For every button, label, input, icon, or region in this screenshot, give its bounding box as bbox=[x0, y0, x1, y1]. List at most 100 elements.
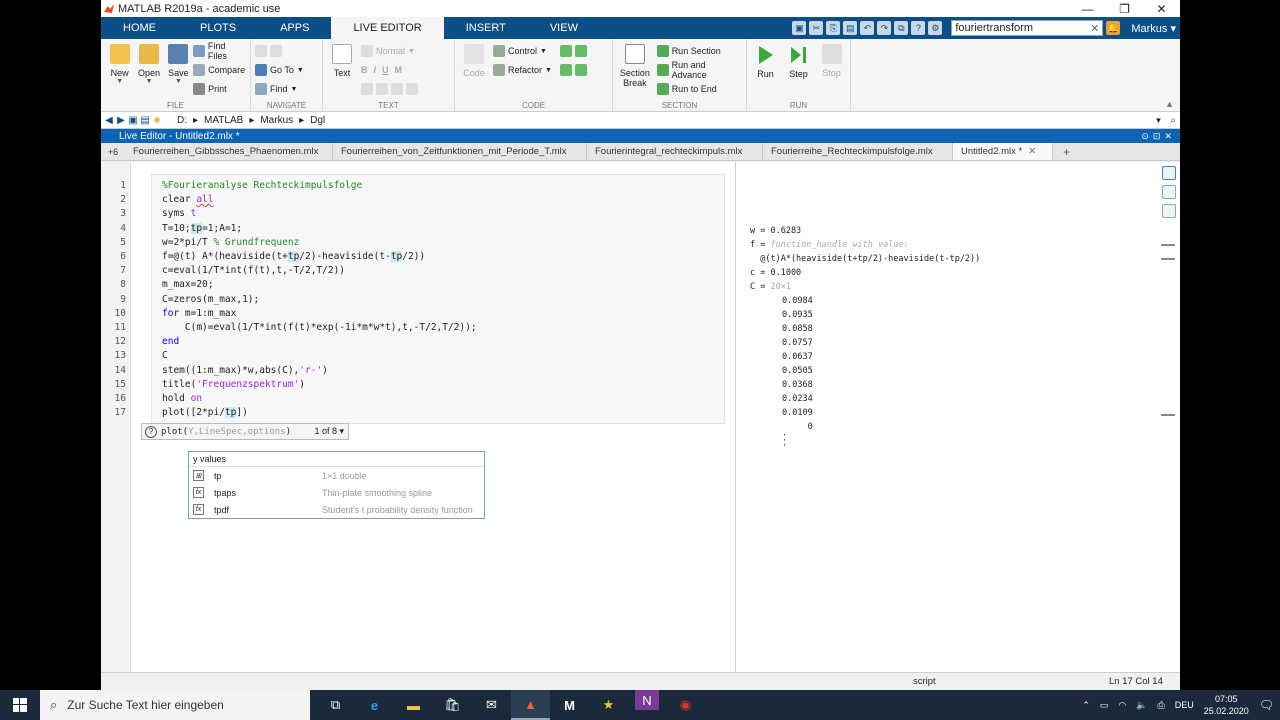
help-icon[interactable]: ? bbox=[911, 21, 926, 35]
panel-controls[interactable]: ⊙⊡✕ bbox=[1141, 131, 1180, 142]
taskbar-search-input[interactable]: ⌕ Zur Suche Text hier eingeben bbox=[40, 690, 310, 720]
browse-folder-icon[interactable]: ▤ bbox=[139, 115, 151, 126]
copy-icon[interactable]: ⎘ bbox=[826, 21, 841, 35]
current-folder-path[interactable]: D: ▸ MATLAB ▸ Markus ▸ Dgl bbox=[177, 115, 325, 126]
language-indicator[interactable]: DEU bbox=[1175, 700, 1194, 710]
edge-browser-icon[interactable]: e bbox=[355, 690, 394, 720]
tab-live-editor[interactable]: LIVE EDITOR bbox=[331, 17, 444, 39]
indent-icons[interactable] bbox=[559, 62, 587, 78]
underline-button[interactable]: U bbox=[382, 65, 389, 75]
refactor-button[interactable]: Refactor ▼ bbox=[493, 62, 552, 78]
address-dropdown-icon[interactable]: ▼ bbox=[1154, 116, 1170, 125]
switch-windows-icon[interactable]: ⧉ bbox=[894, 21, 909, 35]
find-button[interactable]: Find ▼ bbox=[255, 81, 304, 97]
back-icon[interactable]: ◀ bbox=[103, 115, 115, 126]
autocomplete-item[interactable]: fx tpdf Student's t probability density … bbox=[189, 501, 484, 518]
code-line[interactable]: plot([2*pi/tp]) bbox=[162, 406, 248, 420]
address-search-icon[interactable]: ⌕ bbox=[1170, 115, 1180, 126]
task-view-icon[interactable]: ⧉ bbox=[316, 690, 355, 720]
code-block[interactable]: %Fourieranalyse Rechteckimpulsfolge clear… bbox=[151, 174, 725, 424]
network-icon[interactable]: ⎙ bbox=[1158, 700, 1165, 711]
output-divider[interactable] bbox=[735, 162, 736, 672]
goto-button[interactable]: Go To ▼ bbox=[255, 62, 304, 78]
doc-tab[interactable]: Fourierreihen_von_Zeitfunktionen_mit_Per… bbox=[333, 143, 587, 160]
code-line[interactable]: C=zeros(m_max,1); bbox=[162, 293, 259, 307]
code-line[interactable]: stem((1:m_max)*w,abs(C),'r-') bbox=[162, 364, 328, 378]
hide-code-icon[interactable] bbox=[1162, 204, 1176, 218]
path-segment[interactable]: Dgl bbox=[310, 115, 325, 126]
output-inline-icon[interactable] bbox=[1162, 166, 1176, 180]
signature-selector[interactable]: 1 of 8 ▾ bbox=[314, 426, 344, 437]
compare-button[interactable]: Compare bbox=[193, 62, 246, 78]
function-hint[interactable]: ? plot(Y,LineSpec,options) 1 of 8 ▾ bbox=[141, 423, 349, 440]
undo-icon[interactable]: ↶ bbox=[860, 21, 875, 35]
close-tab-icon[interactable]: ✕ bbox=[1028, 146, 1036, 157]
doc-tab[interactable]: Fourierreihen_Gibbssches_Phaenomen.mlx bbox=[125, 143, 333, 160]
tray-expand-icon[interactable]: ⌃ bbox=[1082, 700, 1090, 711]
text-style-dropdown[interactable]: Normal ▼ bbox=[361, 43, 418, 59]
tab-insert[interactable]: INSERT bbox=[444, 17, 528, 39]
comment-icons[interactable] bbox=[559, 43, 587, 59]
mail-icon[interactable]: ✉ bbox=[472, 690, 511, 720]
notification-center-icon[interactable]: 🗨 bbox=[1259, 698, 1274, 712]
wifi-icon[interactable]: ◠ bbox=[1118, 700, 1126, 711]
code-line[interactable]: %Fourieranalyse Rechteckimpulsfolge bbox=[162, 179, 362, 193]
output-right-icon[interactable] bbox=[1162, 185, 1176, 199]
path-segment[interactable]: Markus bbox=[260, 115, 293, 126]
battery-icon[interactable]: ▭ bbox=[1100, 700, 1109, 711]
forward-icon[interactable]: ▶ bbox=[115, 115, 127, 126]
tab-plots[interactable]: PLOTS bbox=[178, 17, 258, 39]
code-line[interactable]: end bbox=[162, 335, 179, 349]
print-button[interactable]: Print bbox=[193, 81, 246, 97]
tab-home[interactable]: HOME bbox=[101, 17, 178, 39]
mono-button[interactable]: M bbox=[395, 65, 403, 75]
up-folder-icon[interactable]: ▣ bbox=[127, 115, 139, 126]
path-segment[interactable]: MATLAB bbox=[204, 115, 243, 126]
doc-tab[interactable]: Fourierintegral_rechteckimpuls.mlx bbox=[587, 143, 763, 160]
tab-view[interactable]: VIEW bbox=[528, 17, 600, 39]
bold-button[interactable]: B bbox=[361, 65, 368, 75]
close-button[interactable]: ✕ bbox=[1143, 2, 1180, 16]
quick-save-icon[interactable]: ▣ bbox=[792, 21, 807, 35]
code-line[interactable]: c=eval(1/T*int(f(t),t,-T/2,T/2)) bbox=[162, 264, 345, 278]
code-line[interactable]: m_max=20; bbox=[162, 278, 213, 292]
more-tabs-indicator[interactable]: +6 bbox=[101, 143, 125, 160]
code-line[interactable]: title('Frequenzspektrum') bbox=[162, 378, 305, 392]
code-line[interactable]: for m=1:m_max bbox=[162, 307, 236, 321]
italic-button[interactable]: I bbox=[374, 65, 377, 75]
volume-icon[interactable]: 🔈 bbox=[1136, 700, 1147, 711]
code-line[interactable]: C bbox=[162, 349, 168, 363]
start-button[interactable] bbox=[0, 690, 40, 720]
onenote-icon[interactable]: N bbox=[635, 690, 659, 710]
collapse-toolstrip-icon[interactable]: ▲ bbox=[1165, 99, 1174, 109]
doc-tab-active[interactable]: Untitled2.mlx * ✕ bbox=[953, 143, 1053, 160]
run-and-advance-button[interactable]: Run and Advance bbox=[656, 60, 742, 80]
cut-icon[interactable]: ✂ bbox=[809, 21, 824, 35]
code-line[interactable]: f=@(t) A*(heaviside(t+tp/2)-heaviside(t-… bbox=[162, 250, 425, 264]
matlab-taskbar-icon[interactable]: ▲ bbox=[511, 690, 550, 720]
tab-apps[interactable]: APPS bbox=[258, 17, 331, 39]
path-segment[interactable]: D: bbox=[177, 115, 187, 126]
code-line[interactable]: clear all bbox=[162, 193, 214, 207]
doc-tab[interactable]: Fourierreihe_Rechteckimpulsfolge.mlx bbox=[763, 143, 953, 160]
code-line[interactable]: T=10;tp=1;A=1; bbox=[162, 222, 242, 236]
autocomplete-item[interactable]: fx tpaps Thin-plate smoothing spline bbox=[189, 484, 484, 501]
star-app-icon[interactable]: ★ bbox=[589, 690, 628, 720]
find-files-button[interactable]: Find Files bbox=[193, 41, 246, 61]
notifications-icon[interactable]: 🔔 bbox=[1106, 21, 1121, 35]
maximize-button[interactable]: ❐ bbox=[1106, 2, 1143, 16]
file-explorer-icon[interactable]: ▬ bbox=[394, 690, 433, 720]
paste-icon[interactable]: ▤ bbox=[843, 21, 858, 35]
autocomplete-item[interactable]: ⊞ tp 1×1 double bbox=[189, 467, 484, 484]
help-icon[interactable]: ? bbox=[145, 425, 157, 438]
code-line[interactable]: C(m)=eval(1/T*int(f(t)*exp(-1i*m*w*t),t,… bbox=[162, 321, 477, 335]
clock[interactable]: 07:05 25.02.2020 bbox=[1204, 693, 1249, 717]
clear-search-icon[interactable]: ✕ bbox=[1090, 22, 1099, 35]
code-line[interactable]: syms t bbox=[162, 207, 196, 221]
settings-icon[interactable]: ⚙ bbox=[928, 21, 943, 35]
m-app-icon[interactable]: M bbox=[550, 690, 589, 720]
run-section-button[interactable]: Run Section bbox=[656, 43, 742, 59]
new-tab-button[interactable]: + bbox=[1053, 143, 1080, 160]
user-menu[interactable]: Markus ▾ bbox=[1131, 22, 1176, 35]
store-icon[interactable]: 🛍 bbox=[433, 690, 472, 720]
